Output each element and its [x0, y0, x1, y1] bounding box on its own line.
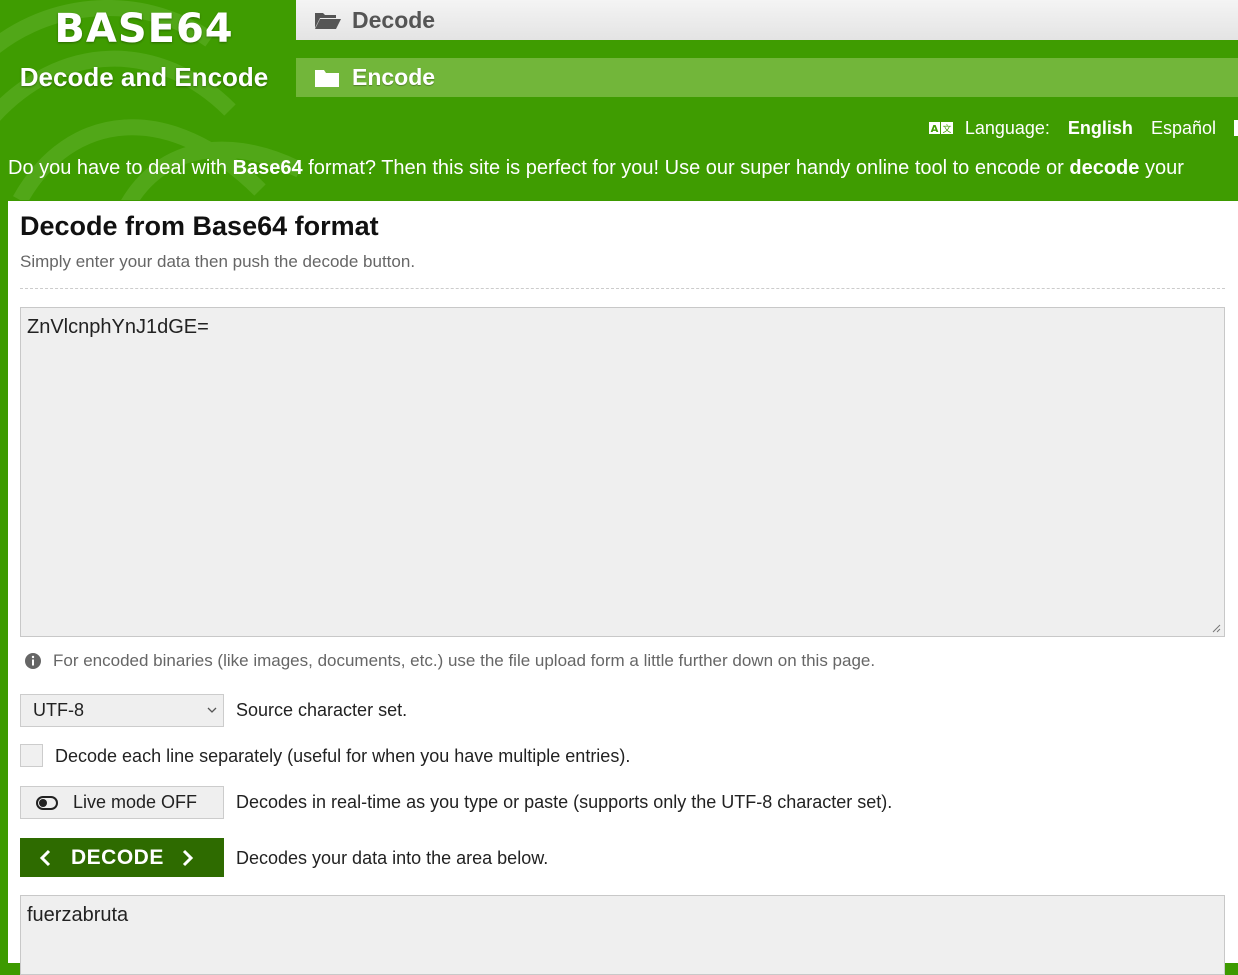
- logo-subtitle[interactable]: Decode and Encode: [0, 62, 288, 93]
- svg-text:A: A: [930, 124, 938, 135]
- toggle-off-icon: [36, 795, 58, 810]
- intro-part3: your: [1139, 157, 1184, 179]
- binary-hint: For encoded binaries (like images, docum…: [24, 651, 875, 671]
- info-icon: [25, 653, 41, 669]
- nav-item-encode-label: Encode: [352, 64, 436, 90]
- decode-each-line-checkbox[interactable]: [20, 744, 43, 767]
- nav-item-decode-label: Decode: [352, 6, 436, 33]
- page-subtitle: Simply enter your data then push the dec…: [20, 252, 416, 271]
- hint-text: For encoded binaries (like images, docum…: [53, 651, 876, 670]
- language-label: Language:: [964, 117, 1050, 138]
- resize-handle-icon[interactable]: [1211, 623, 1221, 633]
- chevron-down-icon: [207, 707, 217, 713]
- folder-open-icon: [314, 9, 342, 31]
- intro-part2: format? Then this site is perfect for yo…: [302, 157, 1070, 179]
- translate-icon: A 文: [928, 122, 953, 135]
- decode-each-line-label[interactable]: Decode each line separately (useful for …: [55, 746, 630, 767]
- language-option-espanol[interactable]: Español: [1151, 118, 1216, 139]
- intro-bold-decode: decode: [1069, 157, 1140, 179]
- logo-title[interactable]: BASE64: [0, 6, 288, 52]
- decode-button[interactable]: DECODE: [20, 838, 224, 877]
- chevron-left-icon: [39, 849, 51, 866]
- live-mode-label: Live mode OFF: [73, 792, 198, 812]
- charset-description: Source character set.: [236, 700, 408, 720]
- decode-button-description: Decodes your data into the area below.: [236, 848, 549, 868]
- charset-select[interactable]: UTF-8: [20, 694, 224, 727]
- output-text: fuerzabruta: [27, 904, 129, 926]
- page-title: Decode from Base64 format: [20, 211, 379, 241]
- language-option-english[interactable]: English: [1068, 118, 1133, 139]
- chevron-right-icon: [182, 849, 193, 866]
- svg-text:文: 文: [942, 123, 951, 135]
- live-mode-toggle-button[interactable]: Live mode OFF: [20, 786, 224, 819]
- intro-text: Do you have to deal with Base64 format? …: [8, 155, 1238, 181]
- decoded-output-textarea[interactable]: fuerzabruta: [20, 895, 1225, 975]
- language-switcher: A 文 Language: English Español: [928, 116, 1238, 140]
- charset-select-value: UTF-8: [33, 700, 84, 720]
- input-text: ZnVlcnphYnJ1dGE=: [27, 316, 209, 338]
- site-header: BASE64 Decode and Encode Decode Encode A…: [0, 0, 1238, 200]
- decode-button-label: DECODE: [71, 845, 164, 869]
- intro-bold-base64: Base64: [232, 157, 303, 179]
- nav-item-decode[interactable]: Decode: [296, 0, 1238, 40]
- divider: [20, 288, 1225, 289]
- nav-item-encode[interactable]: Encode: [296, 58, 1238, 97]
- folder-icon: [314, 67, 342, 89]
- base64-input-textarea[interactable]: ZnVlcnphYnJ1dGE=: [20, 307, 1225, 637]
- language-option-truncated[interactable]: [1234, 120, 1238, 136]
- live-mode-description: Decodes in real-time as you type or past…: [236, 792, 893, 812]
- intro-part1: Do you have to deal with: [8, 157, 233, 179]
- decode-panel: Decode from Base64 format Simply enter y…: [8, 201, 1238, 975]
